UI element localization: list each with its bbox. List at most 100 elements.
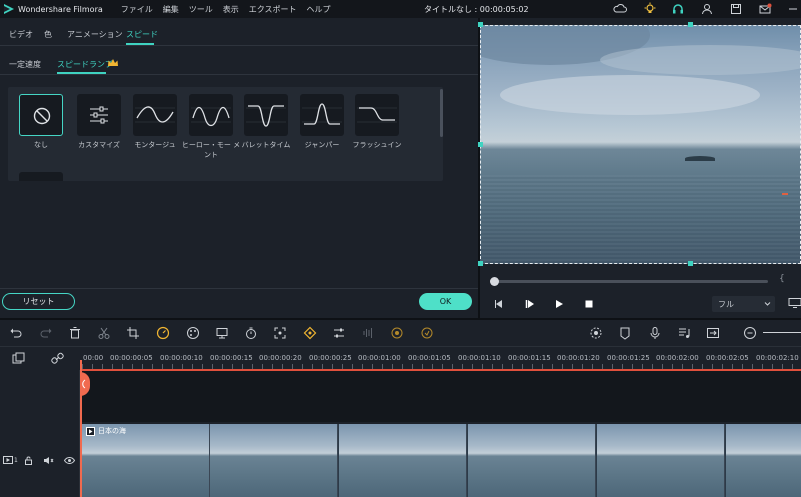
zoom-out-icon[interactable] <box>743 326 757 340</box>
video-track-header: 1 <box>3 456 18 464</box>
handle-middle-left[interactable] <box>478 142 483 147</box>
track-number: 1 <box>14 456 18 464</box>
cloud-icon[interactable] <box>613 2 627 16</box>
motion-tracking-icon[interactable] <box>390 326 404 340</box>
previous-frame-icon[interactable] <box>493 298 505 310</box>
marker-icon[interactable] <box>618 326 632 340</box>
mail-icon[interactable] <box>758 2 772 16</box>
preset-bullet-time[interactable] <box>244 94 288 136</box>
player-controls <box>480 268 801 320</box>
preset-hero-moment[interactable] <box>189 94 233 136</box>
handle-top-middle[interactable] <box>688 22 693 27</box>
save-icon[interactable] <box>729 2 743 16</box>
preset-partial-row <box>19 172 63 181</box>
preview-selection-border <box>480 25 801 264</box>
zoom-select[interactable]: フル <box>712 296 775 312</box>
preset-scrollbar[interactable] <box>440 89 443 137</box>
clip-play-icon <box>86 426 95 436</box>
reset-button[interactable]: リセット <box>2 293 75 310</box>
menu-help[interactable]: ヘルプ <box>307 4 331 15</box>
ruler-label: 00:00:01:00 <box>358 354 401 362</box>
playback-progress-track[interactable] <box>490 280 768 283</box>
preset-none[interactable] <box>19 94 63 136</box>
tab-video[interactable]: ビデオ <box>9 29 33 40</box>
monitor-icon[interactable] <box>788 297 801 309</box>
redo-icon[interactable] <box>39 326 53 340</box>
filmora-window: Wondershare Filmora ファイル 編集 ツール 表示 エクスポー… <box>0 0 801 497</box>
lightbulb-icon[interactable] <box>643 2 657 16</box>
preset-montage[interactable] <box>133 94 177 136</box>
handle-bottom-middle[interactable] <box>688 261 693 266</box>
ruler-label: 00:00:02:10 <box>756 354 799 362</box>
preset-montage-label: モンタージュ <box>134 141 176 149</box>
microphone-icon[interactable] <box>648 326 662 340</box>
clip-title: 日本の海 <box>86 426 126 436</box>
crop-icon[interactable] <box>126 326 140 340</box>
preset-none-label: なし <box>34 141 48 149</box>
ruler-label: 00:00:01:20 <box>557 354 600 362</box>
delete-icon[interactable] <box>68 326 82 340</box>
handle-top-left[interactable] <box>478 22 483 27</box>
panel-footer-divider <box>0 288 478 289</box>
mute-icon[interactable] <box>43 456 54 465</box>
lock-icon[interactable] <box>24 456 33 465</box>
undo-icon[interactable] <box>9 326 23 340</box>
tab-animation[interactable]: アニメーション <box>67 29 123 40</box>
timer-icon[interactable] <box>244 326 258 340</box>
menu-export[interactable]: エクスポート <box>249 4 297 15</box>
menu-edit[interactable]: 編集 <box>163 4 179 15</box>
minimize-icon[interactable] <box>786 2 800 16</box>
eye-icon[interactable] <box>64 456 75 465</box>
render-icon[interactable] <box>589 326 603 340</box>
keyframe-icon[interactable] <box>303 326 317 340</box>
picture-in-picture-icon[interactable] <box>706 326 720 340</box>
video-track-icon <box>3 456 13 464</box>
mark-in-bracket[interactable]: { <box>779 274 785 284</box>
preset-jumper[interactable] <box>300 94 344 136</box>
color-palette-icon[interactable] <box>186 326 200 340</box>
next-frame-icon[interactable] <box>524 298 536 310</box>
cut-icon[interactable] <box>97 326 111 340</box>
tab-speed[interactable]: スピード <box>126 29 158 40</box>
zoom-slider[interactable] <box>763 332 801 333</box>
link-icon[interactable] <box>51 352 64 365</box>
menu-tools[interactable]: ツール <box>189 4 213 15</box>
tabs-divider <box>0 45 478 46</box>
tab-color[interactable]: 色 <box>44 29 52 40</box>
menu-view[interactable]: 表示 <box>223 4 239 15</box>
chevron-down-icon <box>764 302 771 306</box>
speed-icon[interactable] <box>156 326 170 340</box>
auto-reframe-icon[interactable] <box>420 326 434 340</box>
stop-icon[interactable] <box>583 298 595 310</box>
ruler-label: 00:00:01:15 <box>508 354 551 362</box>
ruler-label: 00:00:00:05 <box>110 354 153 362</box>
subtab-speed-ramp[interactable]: スピードランプ <box>57 59 113 70</box>
ruler-label: 00:00:01:10 <box>458 354 501 362</box>
preset-flash-in[interactable] <box>355 94 399 136</box>
menu-file[interactable]: ファイル <box>121 4 153 15</box>
subtab-constant-speed[interactable]: 一定速度 <box>9 59 41 70</box>
preset-customize[interactable] <box>77 94 121 136</box>
audio-wave-icon[interactable] <box>361 326 375 340</box>
voiceover-list-icon[interactable] <box>677 326 691 340</box>
ruler-label: 00:00:00:15 <box>210 354 253 362</box>
headset-icon[interactable] <box>671 2 685 16</box>
playback-progress-knob[interactable] <box>490 277 499 286</box>
track-headers <box>0 370 80 497</box>
ok-button[interactable]: OK <box>419 293 472 310</box>
video-clip[interactable] <box>82 424 801 497</box>
ruler-label: 00:00:01:05 <box>408 354 451 362</box>
preset-bullet-time-label: バレットタイム <box>241 141 291 149</box>
fit-frame-icon[interactable] <box>273 326 287 340</box>
document-title: タイトルなし : 00:00:05:02 <box>424 5 529 14</box>
zoom-value: フル <box>718 299 734 309</box>
account-icon[interactable] <box>700 2 714 16</box>
adjust-icon[interactable] <box>332 326 346 340</box>
play-icon[interactable] <box>553 298 565 310</box>
handle-bottom-left[interactable] <box>478 261 483 266</box>
stabilize-icon[interactable] <box>215 326 229 340</box>
add-track-icon[interactable] <box>12 352 25 365</box>
crown-icon <box>108 59 118 66</box>
empty-track[interactable] <box>80 371 801 422</box>
app-name: Wondershare Filmora <box>18 4 103 14</box>
